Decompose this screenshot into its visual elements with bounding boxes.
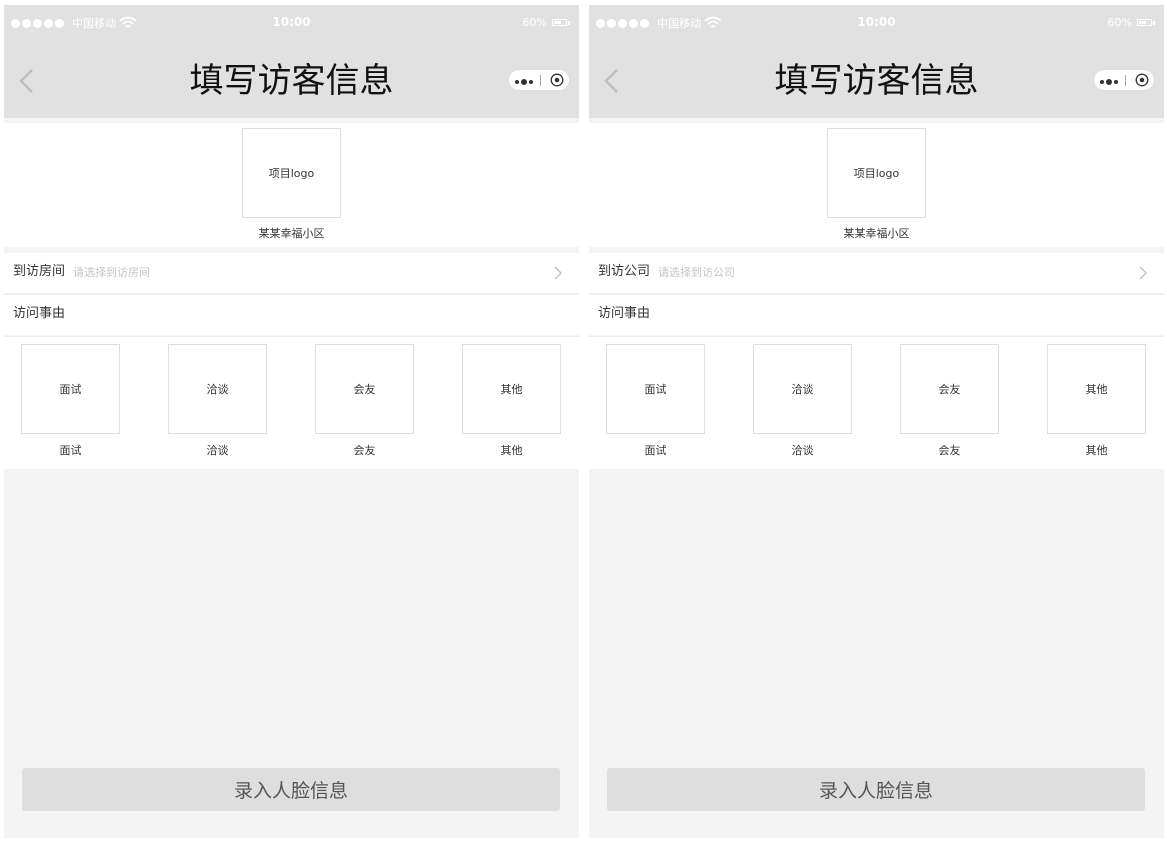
status-time: 10:00 xyxy=(272,15,311,29)
reason-icon: 会友 xyxy=(900,344,999,434)
status-time: 10:00 xyxy=(857,15,896,29)
reason-caption: 洽谈 xyxy=(206,444,229,457)
visit-room-label: 到访房间 xyxy=(13,264,66,279)
capsule-divider xyxy=(540,75,541,86)
chevron-right-icon xyxy=(1139,266,1148,280)
reason-icon: 洽谈 xyxy=(168,344,267,434)
reason-icon: 面试 xyxy=(21,344,120,434)
visit-reason-row: 访问事由 xyxy=(4,294,579,335)
battery-level: 60% xyxy=(1107,16,1132,29)
visit-company-placeholder: 请选择到访公司 xyxy=(658,266,735,279)
reason-caption: 面试 xyxy=(644,444,667,457)
reason-icon: 洽谈 xyxy=(753,344,852,434)
reason-caption: 会友 xyxy=(353,444,376,457)
battery-level: 60% xyxy=(522,16,547,29)
reason-caption: 其他 xyxy=(500,444,523,457)
capsule-divider xyxy=(1125,75,1126,86)
reason-option-negotiation[interactable]: 洽谈 洽谈 xyxy=(168,344,267,458)
reason-caption: 会友 xyxy=(938,444,961,457)
nav-bar: 填写访客信息 xyxy=(4,40,579,118)
community-name: 某某幸福小区 xyxy=(843,227,910,240)
battery-indicator: 60% xyxy=(523,15,570,30)
reason-icon: 其他 xyxy=(462,344,561,434)
phone-screen-room: 中国移动 10:00 60% 填写访客信息 项目logo 某某幸福小区 到访房间… xyxy=(4,5,579,838)
visit-company-label: 到访公司 xyxy=(598,264,651,279)
status-bar: 中国移动 10:00 60% xyxy=(589,5,1164,40)
visit-reason-label: 访问事由 xyxy=(13,306,66,321)
reason-option-meet-friend[interactable]: 会友 会友 xyxy=(315,344,414,458)
chevron-right-icon xyxy=(554,266,563,280)
visit-company-selector[interactable]: 到访公司 请选择到访公司 xyxy=(589,253,1164,293)
visit-reason-label: 访问事由 xyxy=(598,306,651,321)
battery-icon xyxy=(552,19,567,26)
project-header: 项目logo 某某幸福小区 xyxy=(4,123,579,247)
more-dots-icon[interactable] xyxy=(515,79,535,85)
battery-indicator: 60% xyxy=(1108,15,1155,30)
community-name: 某某幸福小区 xyxy=(258,227,325,240)
battery-icon xyxy=(1137,19,1152,26)
enter-face-info-button[interactable]: 录入人脸信息 xyxy=(607,768,1145,811)
page-title: 填写访客信息 xyxy=(189,61,394,101)
project-logo: 项目logo xyxy=(242,128,341,218)
visit-reason-options: 面试 面试 洽谈 洽谈 会友 会友 其他 其他 xyxy=(4,336,579,469)
enter-face-info-button[interactable]: 录入人脸信息 xyxy=(22,768,560,811)
reason-icon: 面试 xyxy=(606,344,705,434)
status-bar: 中国移动 10:00 60% xyxy=(4,5,579,40)
page-title: 填写访客信息 xyxy=(774,61,979,101)
more-dots-icon[interactable] xyxy=(1100,79,1120,85)
reason-caption: 洽谈 xyxy=(791,444,814,457)
reason-icon: 会友 xyxy=(315,344,414,434)
reason-caption: 面试 xyxy=(59,444,82,457)
reason-option-other[interactable]: 其他 其他 xyxy=(462,344,561,458)
mini-program-capsule xyxy=(1093,69,1155,91)
close-target-icon[interactable] xyxy=(1135,73,1149,87)
reason-option-negotiation[interactable]: 洽谈 洽谈 xyxy=(753,344,852,458)
reason-option-interview[interactable]: 面试 面试 xyxy=(606,344,705,458)
reason-caption: 其他 xyxy=(1085,444,1108,457)
reason-option-meet-friend[interactable]: 会友 会友 xyxy=(900,344,999,458)
project-logo: 项目logo xyxy=(827,128,926,218)
reason-option-interview[interactable]: 面试 面试 xyxy=(21,344,120,458)
reason-icon: 其他 xyxy=(1047,344,1146,434)
visit-reason-row: 访问事由 xyxy=(589,294,1164,335)
visit-room-placeholder: 请选择到访房间 xyxy=(73,266,150,279)
close-target-icon[interactable] xyxy=(550,73,564,87)
visit-room-selector[interactable]: 到访房间 请选择到访房间 xyxy=(4,253,579,293)
visit-reason-options: 面试 面试 洽谈 洽谈 会友 会友 其他 其他 xyxy=(589,336,1164,469)
nav-bar: 填写访客信息 xyxy=(589,40,1164,118)
project-header: 项目logo 某某幸福小区 xyxy=(589,123,1164,247)
phone-screen-company: 中国移动 10:00 60% 填写访客信息 项目logo 某某幸福小区 到访公司… xyxy=(589,5,1164,838)
reason-option-other[interactable]: 其他 其他 xyxy=(1047,344,1146,458)
mini-program-capsule xyxy=(508,69,570,91)
